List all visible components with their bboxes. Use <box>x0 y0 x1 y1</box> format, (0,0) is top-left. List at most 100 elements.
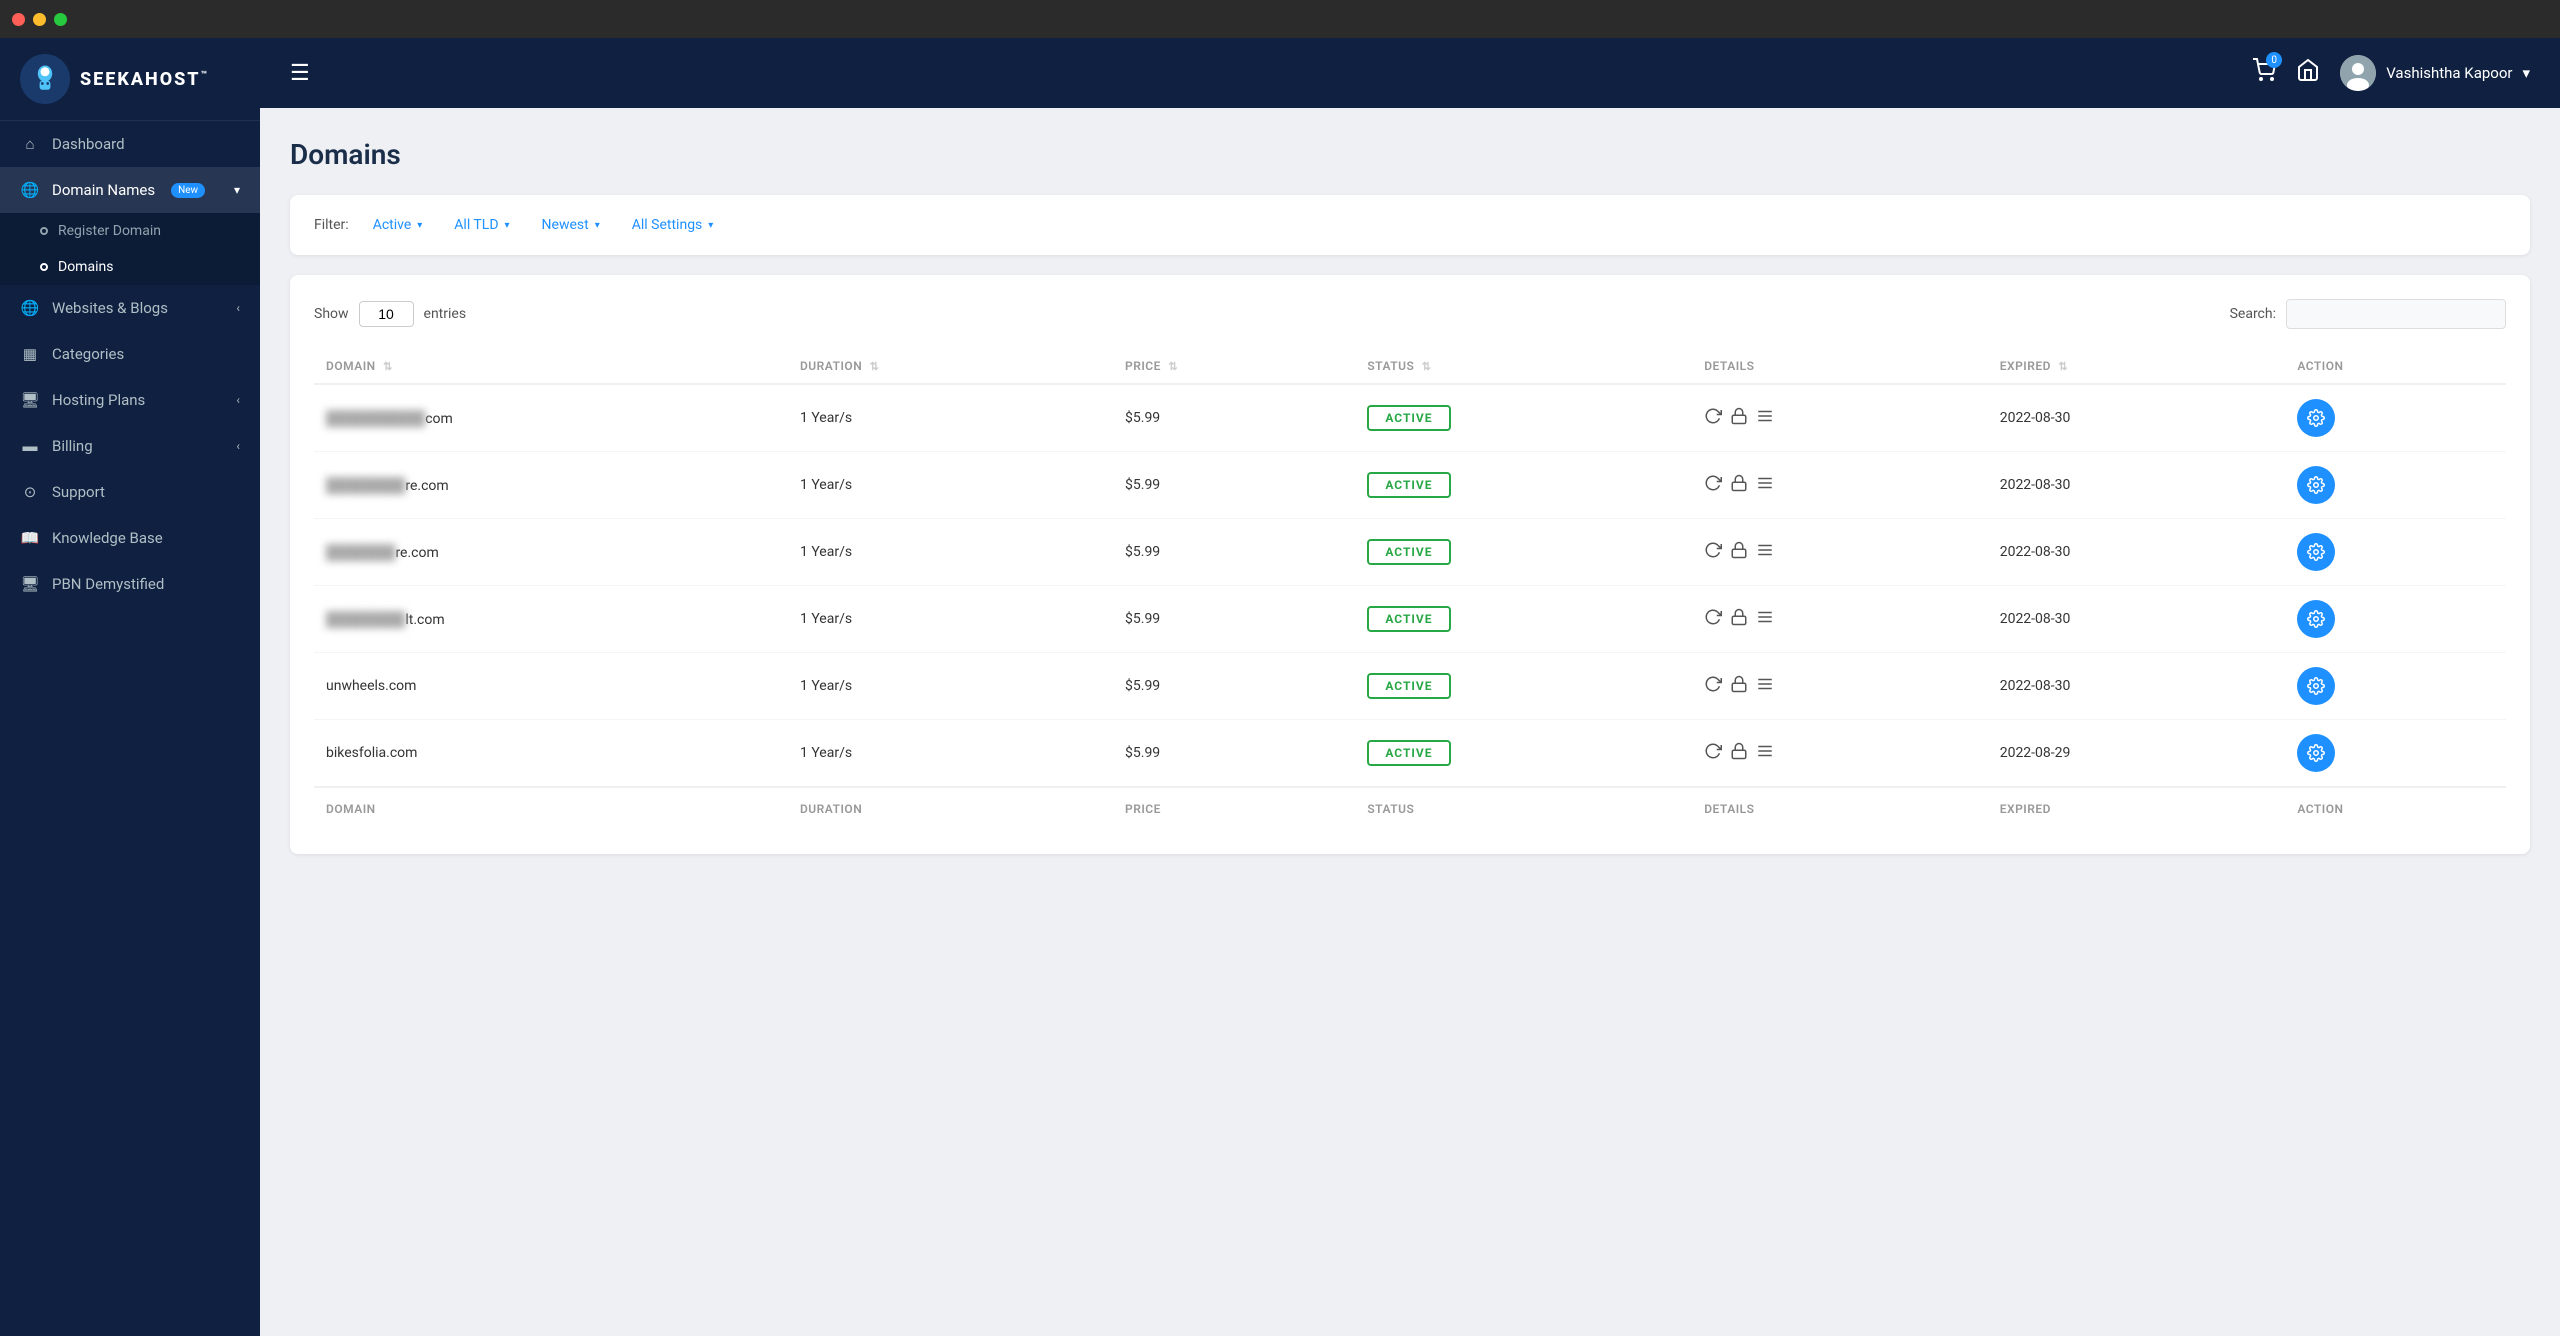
refresh-icon[interactable] <box>1704 608 1722 630</box>
cell-price: $5.99 <box>1113 519 1355 586</box>
sidebar-item-domains[interactable]: Domains <box>0 249 260 285</box>
cell-status: ACTIVE <box>1355 653 1692 720</box>
search-box: Search: <box>2230 299 2506 329</box>
status-badge: ACTIVE <box>1367 740 1450 766</box>
refresh-icon[interactable] <box>1704 742 1722 764</box>
filter-tld[interactable]: All TLD ▾ <box>446 213 517 237</box>
sidebar-label-billing: Billing <box>52 437 93 455</box>
action-button[interactable] <box>2297 466 2335 504</box>
minimize-button[interactable] <box>33 13 46 26</box>
support-icon: ⊙ <box>20 482 40 502</box>
sidebar-item-register-domain[interactable]: Register Domain <box>0 213 260 249</box>
lock-icon[interactable] <box>1730 407 1748 429</box>
titlebar <box>0 0 2560 38</box>
close-button[interactable] <box>12 13 25 26</box>
action-button[interactable] <box>2297 533 2335 571</box>
action-button[interactable] <box>2297 399 2335 437</box>
filter-active-label: Active <box>373 217 412 233</box>
refresh-icon[interactable] <box>1704 474 1722 496</box>
domain-suffix: lt.com <box>405 612 444 628</box>
sidebar-item-knowledge-base[interactable]: 📖 Knowledge Base <box>0 515 260 561</box>
menu-icon[interactable] <box>1756 541 1774 563</box>
filter-tld-label: All TLD <box>454 217 498 233</box>
sidebar-item-domain-names[interactable]: 🌐 Domain Names New ▾ <box>0 167 260 213</box>
table-row: ██████████com 1 Year/s $5.99 ACTIVE <box>314 384 2506 452</box>
lock-icon[interactable] <box>1730 742 1748 764</box>
show-entries: Show entries <box>314 301 466 327</box>
sort-icon: ⇅ <box>383 360 393 373</box>
topbar: ☰ 0 <box>260 38 2560 108</box>
table-row: ████████re.com 1 Year/s $5.99 ACTIVE <box>314 452 2506 519</box>
topbar-right: 0 Vashishtha <box>2252 55 2530 91</box>
action-button[interactable] <box>2297 600 2335 638</box>
cell-expired: 2022-08-30 <box>1988 452 2286 519</box>
cell-duration: 1 Year/s <box>788 452 1113 519</box>
filter-newest[interactable]: Newest ▾ <box>534 213 608 237</box>
cell-duration: 1 Year/s <box>788 384 1113 452</box>
content-area: Domains Filter: Active ▾ All TLD ▾ Newes… <box>260 108 2560 1336</box>
cell-action <box>2285 720 2506 788</box>
cell-price: $5.99 <box>1113 384 1355 452</box>
action-button[interactable] <box>2297 734 2335 772</box>
menu-icon[interactable] <box>1756 675 1774 697</box>
sidebar-item-billing[interactable]: ▬ Billing ‹ <box>0 423 260 469</box>
refresh-icon[interactable] <box>1704 541 1722 563</box>
footer-col-domain: DOMAIN <box>314 787 788 830</box>
filter-settings[interactable]: All Settings ▾ <box>624 213 722 237</box>
cell-details <box>1692 653 1987 720</box>
cell-domain: ███████re.com <box>314 519 788 586</box>
menu-icon[interactable] <box>1756 407 1774 429</box>
page-title: Domains <box>290 138 2530 171</box>
cell-action <box>2285 586 2506 653</box>
sidebar-label-support: Support <box>52 483 105 501</box>
search-label: Search: <box>2230 306 2276 322</box>
table-controls: Show entries Search: <box>314 299 2506 329</box>
chevron-down-icon: ▾ <box>595 220 600 231</box>
col-duration: DURATION ⇅ <box>788 349 1113 384</box>
user-menu[interactable]: Vashishtha Kapoor ▾ <box>2340 55 2530 91</box>
sidebar-item-dashboard[interactable]: ⌂ Dashboard <box>0 121 260 167</box>
menu-icon[interactable] <box>1756 474 1774 496</box>
main-area: ☰ 0 <box>260 38 2560 1336</box>
lock-icon[interactable] <box>1730 675 1748 697</box>
categories-icon: ▦ <box>20 344 40 364</box>
sidebar-item-pbn[interactable]: 🖥 PBN Demystified <box>0 561 260 607</box>
new-badge: New <box>171 183 205 198</box>
col-details: DETAILS <box>1692 349 1987 384</box>
cell-expired: 2022-08-30 <box>1988 586 2286 653</box>
domain-blurred: ██████████ <box>326 411 425 427</box>
lock-icon[interactable] <box>1730 608 1748 630</box>
home-nav-button[interactable] <box>2296 58 2320 88</box>
refresh-icon[interactable] <box>1704 407 1722 429</box>
entries-input[interactable] <box>359 301 414 327</box>
refresh-icon[interactable] <box>1704 675 1722 697</box>
cell-action <box>2285 452 2506 519</box>
lock-icon[interactable] <box>1730 541 1748 563</box>
sidebar-item-support[interactable]: ⊙ Support <box>0 469 260 515</box>
menu-icon[interactable] <box>1756 608 1774 630</box>
dot-icon <box>40 227 48 235</box>
dot-icon <box>40 263 48 271</box>
maximize-button[interactable] <box>54 13 67 26</box>
sidebar-label-hosting: Hosting Plans <box>52 391 145 409</box>
sort-icon: ⇅ <box>870 360 880 373</box>
globe-icon: 🌐 <box>20 180 40 200</box>
sidebar-item-hosting-plans[interactable]: 🖥 Hosting Plans ‹ <box>0 377 260 423</box>
lock-icon[interactable] <box>1730 474 1748 496</box>
domain-suffix: re.com <box>405 478 448 494</box>
cell-domain: ████████lt.com <box>314 586 788 653</box>
register-domain-label: Register Domain <box>58 223 161 239</box>
col-price: PRICE ⇅ <box>1113 349 1355 384</box>
menu-icon[interactable] <box>1756 742 1774 764</box>
hamburger-button[interactable]: ☰ <box>290 61 310 86</box>
sidebar-label-pbn: PBN Demystified <box>52 575 164 593</box>
action-button[interactable] <box>2297 667 2335 705</box>
cart-button[interactable]: 0 <box>2252 58 2276 88</box>
footer-col-price: PRICE <box>1113 787 1355 830</box>
sidebar-item-categories[interactable]: ▦ Categories <box>0 331 260 377</box>
footer-col-details: DETAILS <box>1692 787 1987 830</box>
cell-details <box>1692 720 1987 788</box>
sidebar-item-websites-blogs[interactable]: 🌐 Websites & Blogs ‹ <box>0 285 260 331</box>
filter-active[interactable]: Active ▾ <box>365 213 431 237</box>
search-input[interactable] <box>2286 299 2506 329</box>
